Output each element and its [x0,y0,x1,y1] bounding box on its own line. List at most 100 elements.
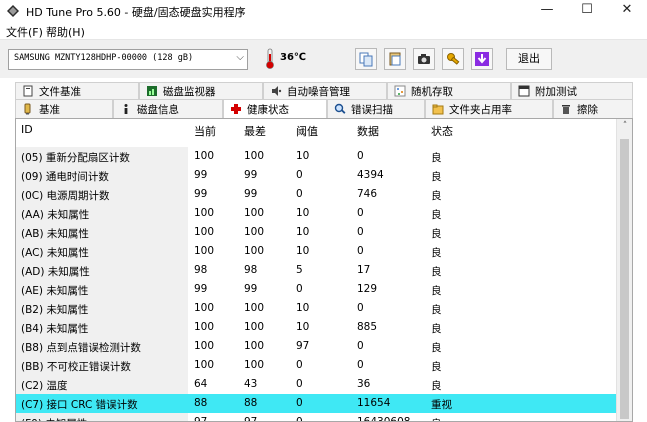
chart-icon [147,86,157,96]
exit-button[interactable]: 退出 [506,48,552,70]
tab-label: 磁盘信息 [137,103,179,116]
table-row[interactable]: (B2) 未知属性 100 100 10 0 良 [16,299,616,318]
cell-current: 100 [194,245,215,257]
table-row[interactable]: (C2) 温度 64 43 0 36 良 [16,375,616,394]
cell-data: 0 [357,340,364,352]
cell-data: 36 [357,378,371,390]
cell-status: 良 [431,416,442,421]
cell-data: 17 [357,264,371,276]
tab-extra-tests[interactable]: 附加测试 [511,82,633,99]
table-row[interactable]: (B8) 点到点错误检测计数 100 100 97 0 良 [16,337,616,356]
header-current[interactable]: 当前 [194,123,216,139]
copy-screen-button[interactable] [384,48,406,70]
scroll-up-arrow-icon[interactable]: ˄ [617,121,632,135]
info-icon [24,103,31,115]
save-button[interactable] [471,48,493,70]
cell-id: (B8) 点到点错误检测计数 [21,342,141,354]
cell-threshold: 5 [296,264,303,276]
cell-id: (AE) 未知属性 [21,285,89,297]
cell-current: 100 [194,207,215,219]
table-row[interactable]: (B4) 未知属性 100 100 10 885 良 [16,318,616,337]
cell-status: 良 [431,190,442,202]
menu-bar: 文件(F) 帮助(H) [0,22,647,40]
header-worst[interactable]: 最差 [244,123,266,139]
cell-data: 885 [357,321,378,333]
cell-worst: 100 [244,340,265,352]
tab-auto-noise-management[interactable]: 自动噪音管理 [263,82,387,99]
maximize-button[interactable]: ☐ [567,0,607,22]
cell-id: (C7) 接口 CRC 错误计数 [21,399,138,411]
trash-icon [562,105,570,114]
tab-label: 自动噪音管理 [287,85,350,98]
info-icon [124,104,128,114]
cell-worst: 98 [244,264,258,276]
cell-threshold: 10 [296,245,310,257]
clipboard-icon [389,52,401,66]
tab-erase[interactable]: 擦除 [553,99,633,118]
cell-id: (AD) 未知属性 [21,266,90,278]
close-button[interactable]: ✕ [607,0,647,22]
table-row[interactable]: (0C) 电源周期计数 99 99 0 746 良 [16,185,616,204]
cell-worst: 100 [244,245,265,257]
toolbar: SAMSUNG MZNTY128HDHP-00000 (128 gB) ⌵ 36… [0,40,647,78]
cell-id: (B2) 未知属性 [21,304,89,316]
cell-worst: 88 [244,397,258,409]
table-row[interactable]: (AA) 未知属性 100 100 10 0 良 [16,204,616,223]
table-row[interactable]: (F0) 未知属性 97 97 0 16430608 良 [16,413,616,422]
tab-label: 基准 [39,103,60,116]
table-row[interactable]: (C7) 接口 CRC 错误计数 88 88 0 11654 重视 [16,394,616,413]
vertical-scrollbar[interactable]: ˄ [616,119,632,421]
menu-help[interactable]: 帮助(H) [46,24,85,40]
screenshot-button[interactable] [413,48,435,70]
thermometer-icon [266,48,274,69]
cell-status: 良 [431,380,442,392]
tab-folder-usage[interactable]: 文件夹占用率 [425,99,553,118]
cell-id: (05) 重新分配扇区计数 [21,152,130,164]
cell-worst: 100 [244,207,265,219]
table-row[interactable]: (AD) 未知属性 98 98 5 17 良 [16,261,616,280]
copy-info-button[interactable] [355,48,377,70]
tab-label: 擦除 [577,103,598,116]
table-row[interactable]: (05) 重新分配扇区计数 100 100 10 0 良 [16,147,616,166]
menu-file[interactable]: 文件(F) [6,24,43,40]
cell-id: (AC) 未知属性 [21,247,89,259]
tab-benchmark[interactable]: 基准 [15,99,113,118]
window-title: HD Tune Pro 5.60 - 硬盘/固态硬盘实用程序 [26,6,246,19]
options-button[interactable] [442,48,464,70]
tab-disk-info[interactable]: 磁盘信息 [113,99,223,118]
table-row[interactable]: (AE) 未知属性 99 99 0 129 良 [16,280,616,299]
header-id[interactable]: ID [21,123,33,136]
table-row[interactable]: (BB) 不可校正错误计数 100 100 0 0 良 [16,356,616,375]
header-data[interactable]: 数据 [357,123,379,139]
tab-random-access[interactable]: 随机存取 [387,82,511,99]
tab-label: 错误扫描 [351,103,393,116]
cell-status: 良 [431,228,442,240]
tab-row-back: 文件基准 磁盘监视器 自动噪音管理 随机存取 附加测试 [15,82,633,99]
tab-label: 文件夹占用率 [449,103,512,116]
table-row[interactable]: (09) 通电时间计数 99 99 0 4394 良 [16,166,616,185]
cell-data: 16430608 [357,416,411,422]
header-threshold[interactable]: 阈值 [296,123,318,139]
cell-id: (C2) 温度 [21,380,68,392]
cell-threshold: 0 [296,397,303,409]
scrollbar-thumb[interactable] [620,139,629,419]
cell-current: 100 [194,321,215,333]
table-row[interactable]: (AB) 未知属性 100 100 10 0 良 [16,223,616,242]
drive-select[interactable]: SAMSUNG MZNTY128HDHP-00000 (128 gB) ⌵ [8,49,248,70]
cell-data: 746 [357,188,378,200]
cell-id: (0C) 电源周期计数 [21,190,110,202]
cell-current: 100 [194,340,215,352]
header-status[interactable]: 状态 [431,123,453,139]
table-row[interactable]: (AC) 未知属性 100 100 10 0 良 [16,242,616,261]
tab-label: 附加测试 [535,85,577,98]
tab-file-benchmark[interactable]: 文件基准 [15,82,139,99]
minimize-button[interactable]: — [527,0,567,22]
cell-current: 64 [194,378,208,390]
cell-data: 129 [357,283,378,295]
tab-disk-monitor[interactable]: 磁盘监视器 [139,82,263,99]
cell-data: 0 [357,207,364,219]
cell-data: 11654 [357,397,391,409]
tab-health[interactable]: 健康状态 [223,99,327,118]
cell-data: 0 [357,245,364,257]
tab-error-scan[interactable]: 错误扫描 [327,99,425,118]
